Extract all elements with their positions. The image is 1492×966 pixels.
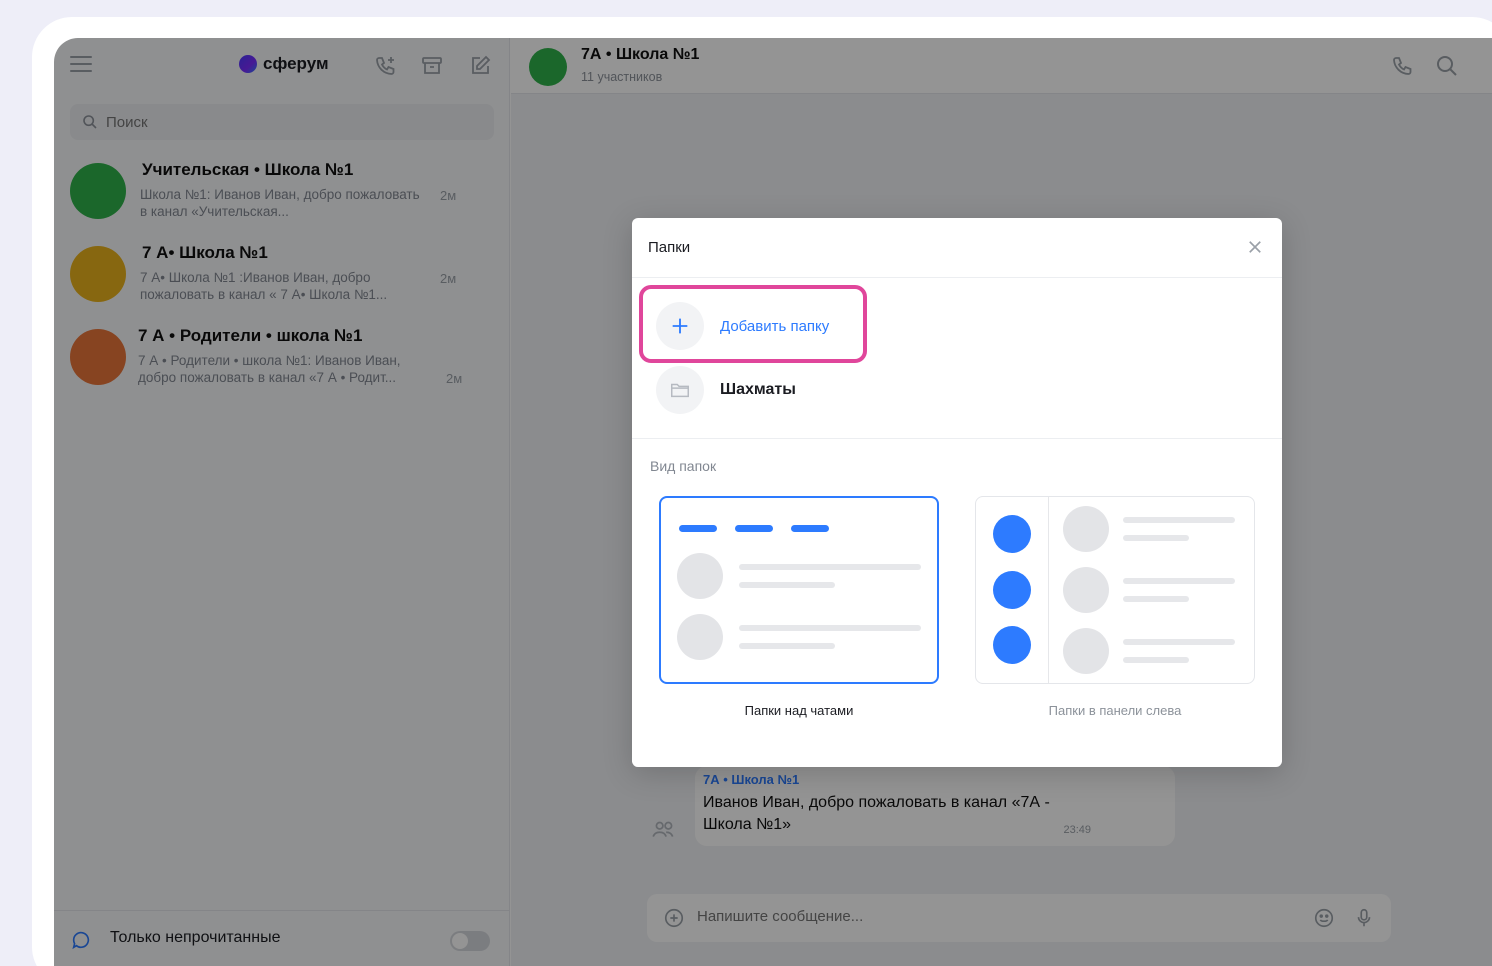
preview-avatar [1063, 567, 1109, 613]
preview-line [739, 643, 835, 649]
plus-icon [656, 302, 704, 350]
folder-item[interactable]: Шахматы [656, 366, 796, 414]
preview-tab [679, 525, 717, 532]
preview-avatar [677, 553, 723, 599]
preview-folder-dot [993, 626, 1031, 664]
view-option-label: Папки в панели слева [1048, 703, 1182, 718]
divider [632, 438, 1282, 439]
add-folder-button[interactable]: Добавить папку [656, 302, 829, 350]
preview-tab [735, 525, 773, 532]
preview-line [1123, 517, 1235, 523]
preview-line [739, 625, 921, 631]
close-icon[interactable] [1246, 238, 1264, 256]
folders-dialog: Папки Добавить папку Шахматы Вид папок П… [632, 218, 1282, 767]
preview-folder-dot [993, 515, 1031, 553]
view-option-above-chats[interactable] [659, 496, 939, 684]
preview-line [739, 564, 921, 570]
view-option-left-panel[interactable] [975, 496, 1255, 684]
preview-tab [791, 525, 829, 532]
preview-avatar [677, 614, 723, 660]
preview-line [1123, 639, 1235, 645]
preview-avatar [1063, 628, 1109, 674]
dialog-header: Папки [632, 218, 1282, 278]
dialog-title: Папки [648, 239, 691, 256]
preview-avatar [1063, 506, 1109, 552]
preview-line [1123, 578, 1235, 584]
preview-divider [1048, 497, 1049, 683]
folder-icon [656, 366, 704, 414]
preview-line [1123, 535, 1189, 541]
folder-name: Шахматы [720, 381, 796, 398]
preview-line [1123, 657, 1189, 663]
preview-folder-dot [993, 571, 1031, 609]
add-folder-label: Добавить папку [720, 317, 830, 335]
view-option-label: Папки над чатами [744, 703, 854, 718]
preview-line [739, 582, 835, 588]
preview-line [1123, 596, 1189, 602]
folder-view-title: Вид папок [650, 458, 717, 474]
